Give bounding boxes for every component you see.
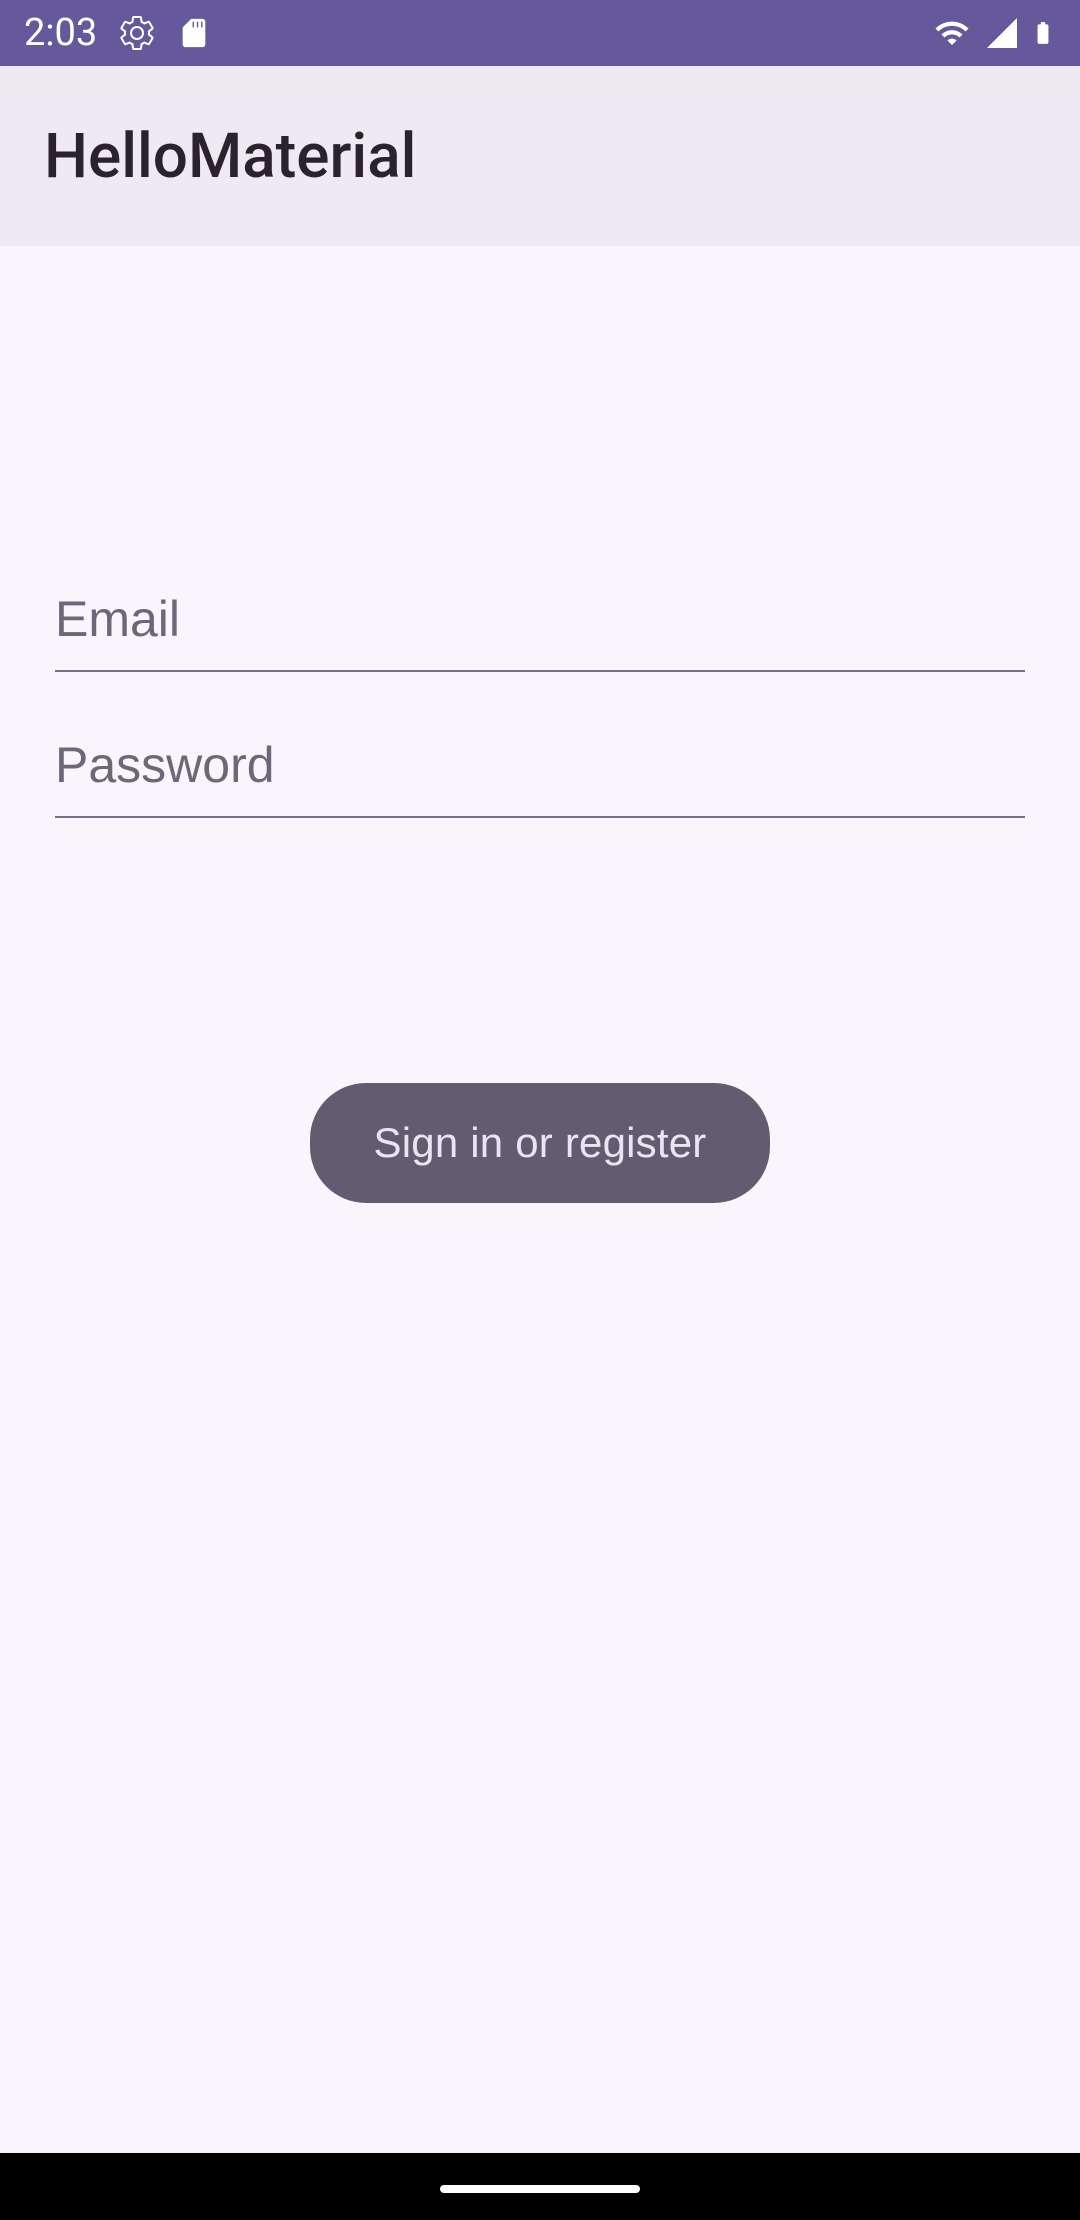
spacer <box>55 246 1025 576</box>
wifi-icon <box>930 15 974 51</box>
signal-icon <box>984 15 1020 51</box>
signin-button[interactable]: Sign in or register <box>310 1083 771 1203</box>
navigation-bar[interactable] <box>0 2153 1080 2220</box>
email-field[interactable] <box>55 576 1025 672</box>
button-container: Sign in or register <box>55 1083 1025 1203</box>
battery-icon <box>1030 13 1056 53</box>
status-time: 2:03 <box>24 11 97 55</box>
status-bar: 2:03 <box>0 0 1080 66</box>
content-area: Sign in or register <box>0 246 1080 2153</box>
app-bar: HelloMaterial <box>0 66 1080 246</box>
spacer <box>55 672 1025 722</box>
status-right <box>930 13 1056 53</box>
status-left: 2:03 <box>24 11 211 55</box>
gesture-handle[interactable] <box>440 2185 640 2193</box>
app-title: HelloMaterial <box>44 120 416 193</box>
gear-icon <box>117 13 157 53</box>
sd-card-icon <box>177 13 211 53</box>
password-field[interactable] <box>55 722 1025 818</box>
